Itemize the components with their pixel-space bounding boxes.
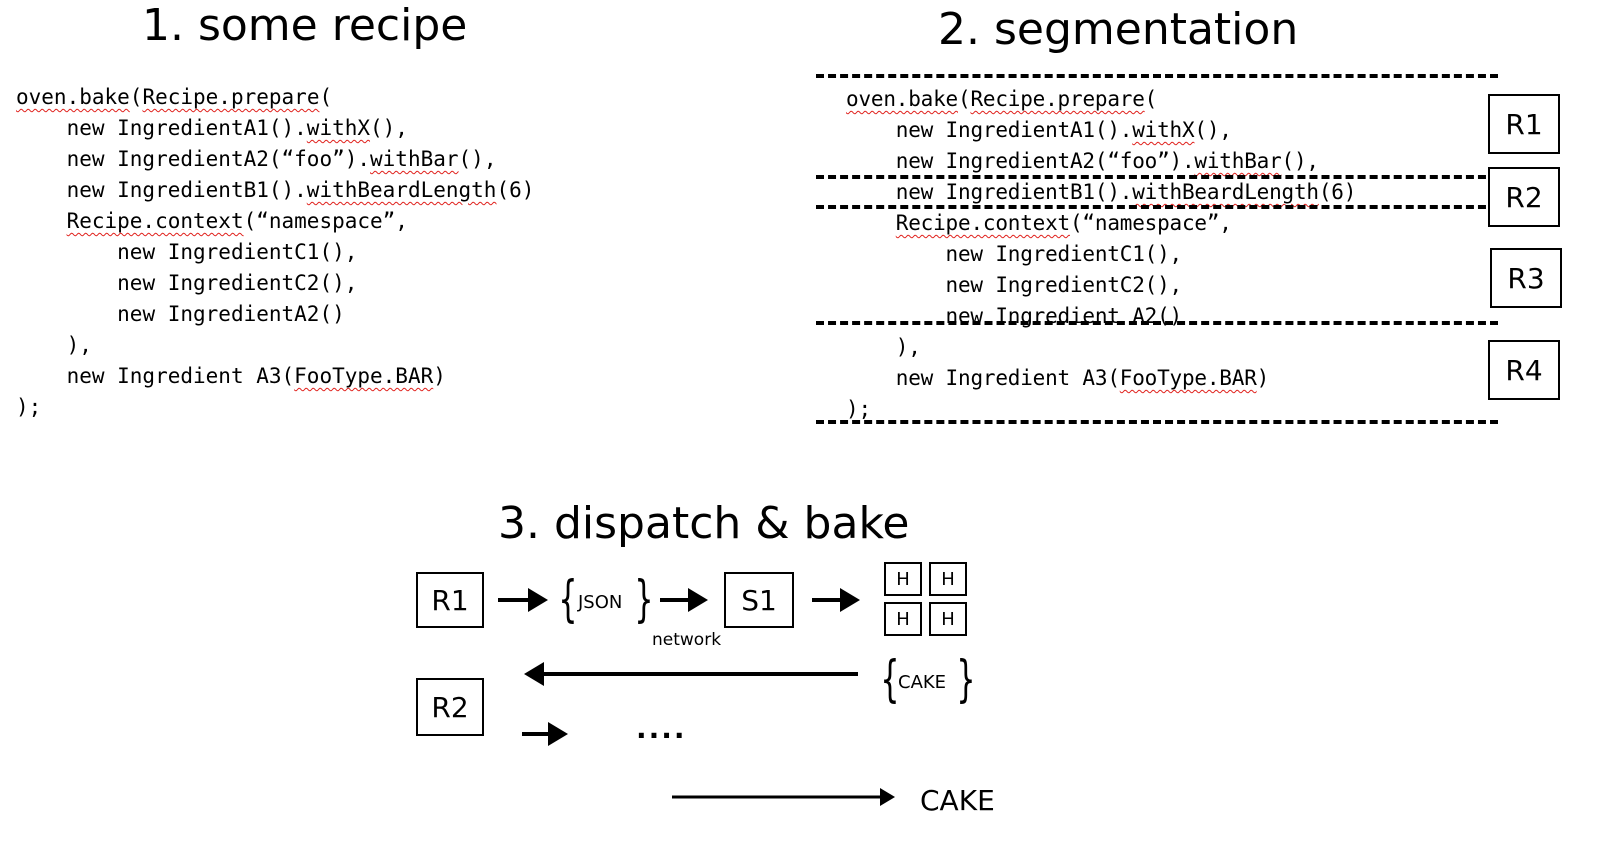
arrow-layer bbox=[498, 588, 895, 806]
